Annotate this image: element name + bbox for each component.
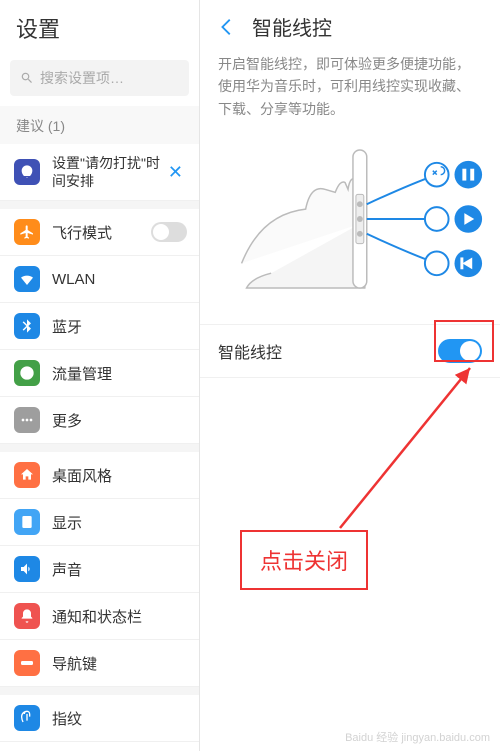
annotation-arrow <box>330 358 480 538</box>
sidebar-item-wlan[interactable]: WLAN <box>0 256 199 303</box>
annotation-text: 点击关闭 <box>240 530 368 590</box>
sidebar-item-bluetooth[interactable]: 蓝牙 <box>0 303 199 350</box>
sidebar-item-display[interactable]: 显示 <box>0 499 199 546</box>
toggle-label: 智能线控 <box>218 339 282 363</box>
settings-list: 飞行模式 WLAN 蓝牙 流量管理 更多 桌面风格 <box>0 209 199 751</box>
back-icon[interactable] <box>216 16 238 38</box>
sidebar-item-fingerprint[interactable]: 指纹 <box>0 695 199 742</box>
sidebar-item-notification[interactable]: 通知和状态栏 <box>0 593 199 640</box>
sidebar-item-more[interactable]: 更多 <box>0 397 199 444</box>
fingerprint-icon <box>14 705 40 731</box>
settings-title: 设置 <box>0 0 199 54</box>
suggestion-label: 设置"请勿打扰"时间安排 <box>52 154 164 190</box>
item-label: 飞行模式 <box>52 222 151 243</box>
notification-icon <box>14 603 40 629</box>
search-placeholder: 搜索设置项… <box>40 68 124 88</box>
search-input[interactable]: 搜索设置项… <box>10 60 189 96</box>
home-icon <box>14 462 40 488</box>
divider <box>0 687 199 695</box>
annotation-highlight-box <box>434 320 494 362</box>
divider <box>0 201 199 209</box>
item-label: 导航键 <box>52 653 187 674</box>
sidebar-item-airplane[interactable]: 飞行模式 <box>0 209 199 256</box>
item-label: 更多 <box>52 410 187 431</box>
settings-sidebar: 设置 搜索设置项… 建议 (1) 设置"请勿打扰"时间安排 ✕ 飞行模式 WLA… <box>0 0 200 751</box>
item-label: 声音 <box>52 559 187 580</box>
item-label: 蓝牙 <box>52 316 187 337</box>
sidebar-item-data[interactable]: 流量管理 <box>0 350 199 397</box>
item-label: 指纹 <box>52 708 187 729</box>
display-icon <box>14 509 40 535</box>
divider <box>0 444 199 452</box>
sound-icon <box>14 556 40 582</box>
item-label: 通知和状态栏 <box>52 606 187 627</box>
detail-title: 智能线控 <box>252 12 332 41</box>
detail-description: 开启智能线控，即可体验更多便捷功能，使用华为音乐时，可利用线控实现收藏、下载、分… <box>200 53 500 134</box>
nav-icon <box>14 650 40 676</box>
sidebar-item-sound[interactable]: 声音 <box>0 546 199 593</box>
item-label: 显示 <box>52 512 187 533</box>
dnd-icon <box>14 159 40 185</box>
data-icon <box>14 360 40 386</box>
item-label: 桌面风格 <box>52 465 187 486</box>
detail-panel: 智能线控 开启智能线控，即可体验更多便捷功能，使用华为音乐时，可利用线控实现收藏… <box>200 0 500 751</box>
watermark: Baidu 经验 jingyan.baidu.com <box>345 729 490 745</box>
airplane-toggle[interactable] <box>151 222 187 242</box>
bluetooth-icon <box>14 313 40 339</box>
wifi-icon <box>14 266 40 292</box>
more-icon <box>14 407 40 433</box>
sidebar-item-home-style[interactable]: 桌面风格 <box>0 452 199 499</box>
item-label: 流量管理 <box>52 363 187 384</box>
headset-illustration <box>212 134 488 304</box>
close-icon[interactable]: ✕ <box>164 162 187 183</box>
search-icon <box>20 71 34 85</box>
suggestion-item[interactable]: 设置"请勿打扰"时间安排 ✕ <box>0 144 199 201</box>
item-label: WLAN <box>52 271 187 288</box>
suggestion-header: 建议 (1) <box>0 106 199 144</box>
sidebar-item-lock[interactable]: 锁屏和密码 <box>0 742 199 751</box>
detail-header: 智能线控 <box>200 0 500 53</box>
airplane-icon <box>14 219 40 245</box>
sidebar-item-nav[interactable]: 导航键 <box>0 640 199 687</box>
